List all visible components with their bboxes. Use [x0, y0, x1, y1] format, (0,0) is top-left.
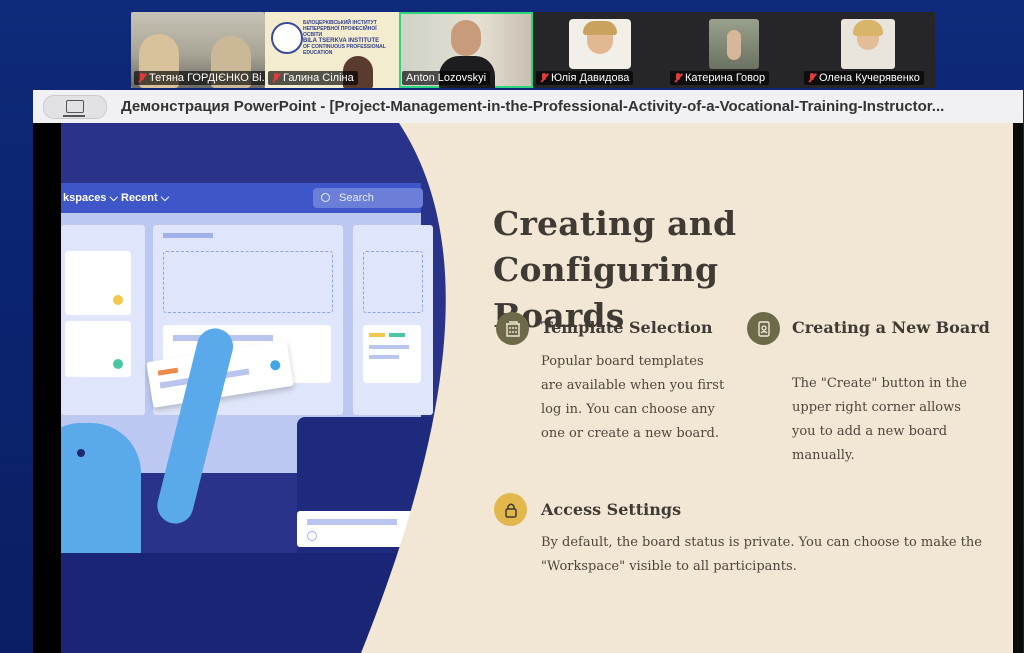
participant-strip: Тетяна ГОРДІЄНКО Ві... БІЛОЦЕРКІВСЬКИЙ І… [131, 12, 935, 88]
participant-hair [583, 21, 617, 35]
building-icon [496, 312, 529, 345]
muted-mic-icon [540, 73, 548, 83]
character-eye [77, 449, 85, 457]
nav-workspaces-label: kspaces ⌵ [63, 192, 118, 204]
participant-name: Катерина Говор [670, 71, 770, 85]
illustration-navbar: kspaces ⌵ Recent ⌵ Search [61, 183, 423, 213]
muted-mic-icon [272, 73, 280, 83]
view-options-button[interactable] [43, 94, 107, 119]
institute-logo [271, 22, 303, 54]
illustration-search: Search [313, 188, 423, 208]
feature-text-template: Popular board templates are available wh… [541, 354, 725, 441]
shared-window-title: Демонстрация PowerPoint - [Project-Manag… [121, 98, 945, 115]
muted-mic-icon [674, 73, 682, 83]
board-card [65, 251, 131, 315]
participant-hair [853, 20, 883, 36]
participant-tile[interactable]: Юлія Давидова [533, 12, 667, 88]
search-label: Search [339, 192, 374, 204]
feature-heading-new-board: Creating a New Board [792, 318, 990, 337]
participant-name: Тетяна ГОРДІЄНКО Ві... [134, 71, 265, 85]
screen-share-bar: Демонстрация PowerPoint - [Project-Manag… [33, 90, 1023, 124]
board-card [363, 325, 421, 383]
participant-name-text: Юлія Давидова [551, 72, 630, 84]
muted-mic-icon [138, 73, 146, 83]
feature-heading-access: Access Settings [541, 500, 682, 519]
feature-heading-template: Template Selection [541, 318, 713, 337]
participant-face [451, 20, 481, 56]
participant-tile[interactable]: Олена Кучерявенко [801, 12, 935, 88]
board-column [353, 225, 433, 415]
search-icon [321, 193, 330, 202]
board-column [61, 225, 145, 415]
slide-edge [1013, 123, 1023, 653]
participant-tile-active[interactable]: Anton Lozovskyi [399, 12, 533, 88]
participant-name-text: Олена Кучерявенко [819, 72, 920, 84]
participant-tile[interactable]: БІЛОЦЕРКІВСЬКИЙ ІНСТИТУТ НЕПЕРЕРВНОЇ ПРО… [265, 12, 399, 88]
participant-name-text: Тетяна ГОРДІЄНКО Ві... [149, 72, 265, 84]
drop-zone [363, 251, 423, 313]
participant-name-text: Катерина Говор [685, 72, 766, 84]
participant-tile[interactable]: Тетяна ГОРДІЄНКО Ві... [131, 12, 265, 88]
feature-text-access: By default, the board status is private.… [541, 535, 982, 574]
padlock-icon [494, 493, 527, 526]
participant-name-text: Anton Lozovskyi [406, 72, 487, 84]
participant-tile[interactable]: Катерина Говор [667, 12, 801, 88]
shared-slide: kspaces ⌵ Recent ⌵ Search Creating and C… [33, 123, 1023, 653]
institute-logo-text: БІЛОЦЕРКІВСЬКИЙ ІНСТИТУТ НЕПЕРЕРВНОЇ ПРО… [303, 20, 386, 56]
nav-recent-label: Recent ⌵ [121, 192, 170, 204]
screen-icon [63, 100, 85, 117]
participant-face [727, 30, 741, 60]
participant-name-text: Галина Сіліна [283, 72, 354, 84]
board-card [65, 321, 131, 377]
participant-name: Юлія Давидова [536, 71, 634, 85]
muted-mic-icon [808, 73, 816, 83]
participant-name: Галина Сіліна [268, 71, 358, 85]
feature-text-new-board: The "Create" button in the upper right c… [792, 376, 967, 463]
slide-canvas: kspaces ⌵ Recent ⌵ Search Creating and C… [61, 123, 1023, 653]
participant-name: Anton Lozovskyi [402, 71, 491, 85]
contact-card-icon [747, 312, 780, 345]
participant-name: Олена Кучерявенко [804, 71, 924, 85]
drop-zone [163, 251, 333, 313]
